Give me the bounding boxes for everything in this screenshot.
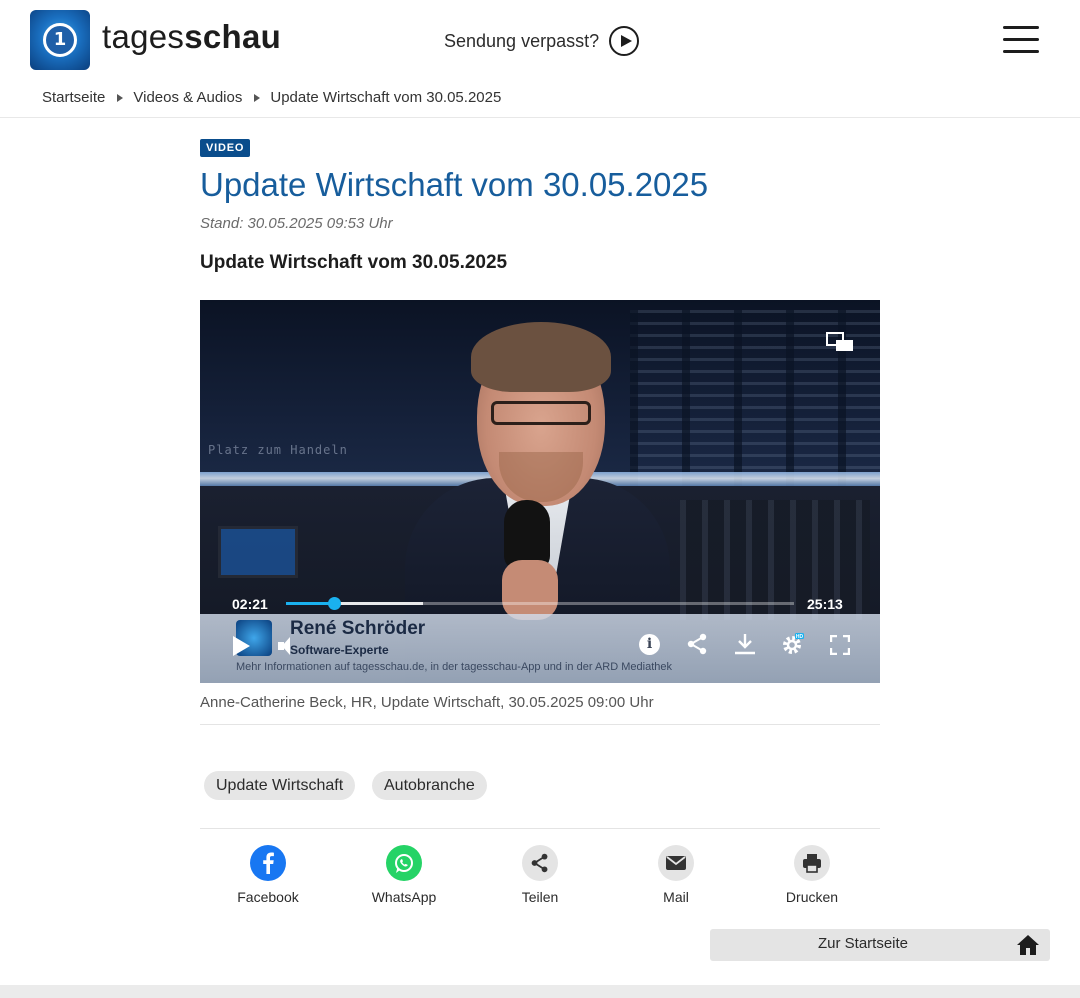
- share-icon: [522, 845, 558, 881]
- video-frame-sign: Platz zum Handeln: [208, 443, 348, 457]
- timestamp: Stand: 30.05.2025 09:53 Uhr: [200, 215, 393, 232]
- play-icon[interactable]: [233, 636, 250, 656]
- tag-autobranche[interactable]: Autobranche: [372, 771, 487, 800]
- picture-in-picture-icon[interactable]: [826, 332, 854, 352]
- divider: [200, 828, 880, 829]
- fullscreen-icon[interactable]: [830, 635, 850, 655]
- svg-text:HD: HD: [796, 634, 804, 640]
- settings-hd-icon[interactable]: HD: [782, 633, 804, 655]
- breadcrumb-home[interactable]: Startseite: [42, 89, 105, 106]
- share-label: Mail: [663, 889, 689, 905]
- share-mail-button[interactable]: Mail: [616, 845, 736, 905]
- house-icon: [1017, 935, 1039, 955]
- site-header: tagesschau Sendung verpasst?: [0, 0, 1080, 80]
- divider: [0, 117, 1080, 118]
- breadcrumb-current: Update Wirtschaft vom 30.05.2025: [270, 89, 502, 106]
- share-label: Facebook: [237, 889, 299, 905]
- total-time: 25:13: [807, 596, 843, 612]
- share-facebook-button[interactable]: Facebook: [208, 845, 328, 905]
- speaker-name: René Schröder: [290, 618, 426, 639]
- share-label: Drucken: [785, 889, 839, 905]
- speaker-role: Software-Experte: [290, 643, 389, 657]
- print-icon: [794, 845, 830, 881]
- played-bar: [286, 602, 334, 605]
- download-icon[interactable]: [734, 633, 756, 655]
- home-button-label: Zur Startseite: [817, 935, 909, 952]
- play-circle-icon: [609, 26, 640, 56]
- share-print-button[interactable]: Drucken: [752, 845, 872, 905]
- lower-third: René Schröder Software-Experte Mehr Info…: [200, 614, 880, 683]
- share-teilen-button[interactable]: Teilen: [480, 845, 600, 905]
- sendung-verpasst-label: Sendung verpasst?: [444, 30, 600, 51]
- share-label: WhatsApp: [371, 889, 437, 905]
- page-title: Update Wirtschaft vom 30.05.2025: [200, 166, 709, 203]
- volume-icon[interactable]: [278, 636, 300, 656]
- current-time: 02:21: [232, 596, 268, 612]
- scrubber-handle[interactable]: [327, 597, 341, 610]
- progress-bar[interactable]: [286, 597, 794, 610]
- tagesschau-logo-icon[interactable]: [30, 10, 90, 70]
- share-label: Teilen: [521, 889, 559, 905]
- sendung-verpasst-link[interactable]: Sendung verpasst?: [444, 26, 640, 56]
- mail-icon: [658, 845, 694, 881]
- article-subtitle: Update Wirtschaft vom 30.05.2025: [200, 252, 508, 273]
- brand-wordmark[interactable]: tagesschau: [102, 18, 281, 56]
- home-button[interactable]: Zur Startseite: [710, 929, 1050, 961]
- facebook-icon: [250, 845, 286, 881]
- menu-icon[interactable]: [1003, 26, 1039, 54]
- footer-band: [0, 985, 1080, 998]
- breadcrumb-arrow-icon: [254, 93, 261, 102]
- video-player[interactable]: Platz zum Handeln René Schröder Software…: [200, 300, 880, 683]
- breadcrumb-arrow-icon: [117, 93, 124, 102]
- whatsapp-icon: [386, 845, 422, 881]
- breadcrumb-videos[interactable]: Videos & Audios: [133, 89, 242, 106]
- video-badge: VIDEO: [200, 139, 251, 157]
- share-whatsapp-button[interactable]: WhatsApp: [344, 845, 464, 905]
- info-icon[interactable]: i: [639, 634, 660, 655]
- video-caption: Anne-Catherine Beck, HR, Update Wirtscha…: [200, 694, 654, 711]
- breadcrumb: Startseite Videos & Audios Update Wirtsc…: [42, 89, 501, 106]
- divider: [200, 724, 880, 725]
- tag-update-wirtschaft[interactable]: Update Wirtschaft: [204, 771, 356, 800]
- share-icon[interactable]: [686, 633, 708, 655]
- lower-third-info: Mehr Informationen auf tagesschau.de, in…: [236, 661, 672, 673]
